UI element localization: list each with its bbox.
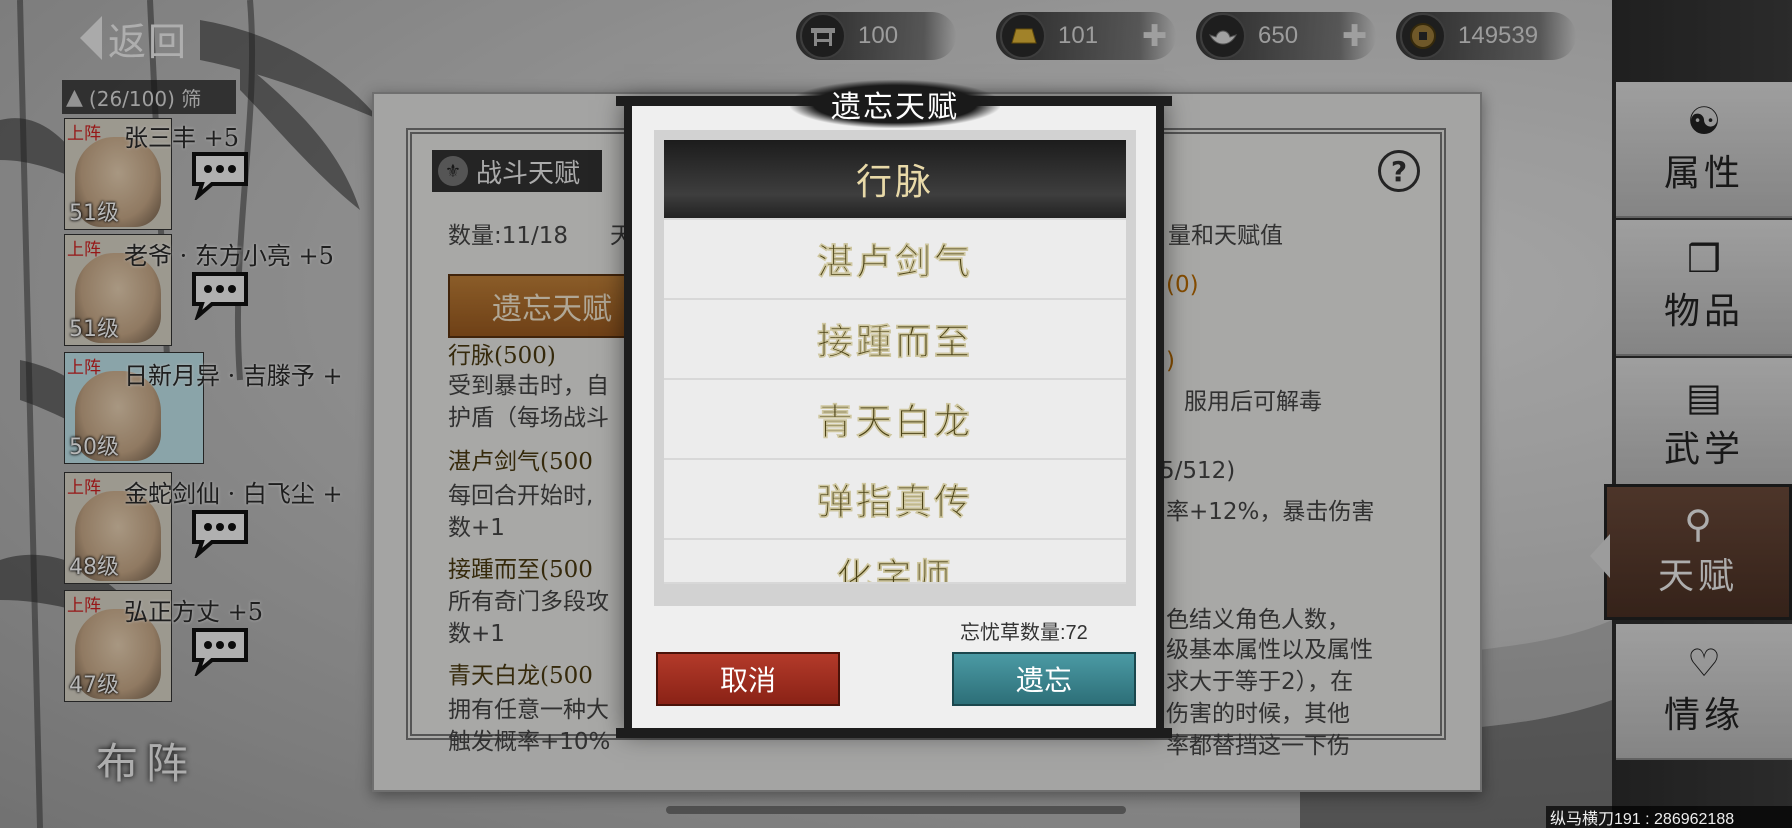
talent-option[interactable]: 湛卢剑气 <box>664 220 1126 300</box>
talent-option[interactable]: 接踵而至 <box>664 300 1126 380</box>
confirm-forget-button[interactable]: 遗忘 <box>952 652 1136 706</box>
talent-option-partial[interactable]: 化字师 <box>664 540 1126 584</box>
talent-option-selected[interactable]: 行脉 <box>664 140 1126 220</box>
talent-option[interactable]: 青天白龙 <box>664 380 1126 460</box>
cancel-button[interactable]: 取消 <box>656 652 840 706</box>
player-id-label: 纵马横刀191 : 286962188 <box>1546 806 1792 828</box>
dialog-bottom-border <box>616 728 1172 738</box>
dialog-title: 遗忘天赋 <box>790 80 1000 128</box>
home-indicator <box>666 806 1126 814</box>
talent-option[interactable]: 弹指真传 <box>664 460 1126 540</box>
talent-option-list[interactable]: 行脉 湛卢剑气 接踵而至 青天白龙 弹指真传 化字师 <box>654 130 1136 606</box>
herb-count: 忘忧草数量:72 <box>960 622 1088 644</box>
talent-option-label: 化字师 <box>836 556 954 584</box>
